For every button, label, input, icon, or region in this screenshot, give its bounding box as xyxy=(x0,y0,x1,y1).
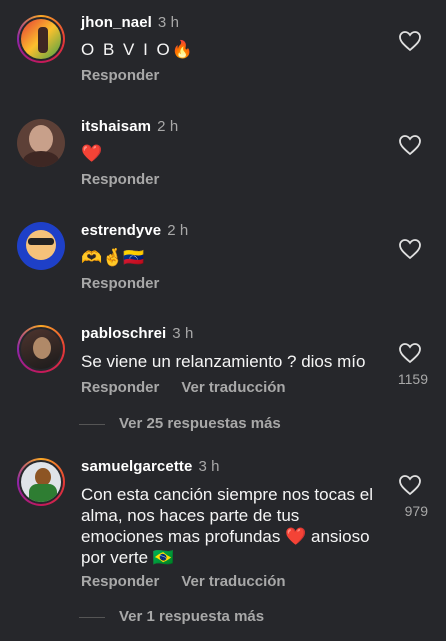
comment-time: 2 h xyxy=(157,118,179,135)
comment-text: ❤️ xyxy=(81,144,103,163)
translate-button[interactable]: Ver traducción xyxy=(181,573,285,590)
comment-username[interactable]: samuelgarcette 3 h xyxy=(81,458,220,475)
reply-button[interactable]: Responder xyxy=(81,171,159,188)
avatar[interactable] xyxy=(17,119,65,167)
comment-time: 2 h xyxy=(167,222,189,239)
comment-text: Se viene un relanzamiento ? dios mío xyxy=(81,352,366,371)
heart-outline-icon[interactable] xyxy=(398,238,422,260)
comment-time: 3 h xyxy=(198,458,220,475)
view-more-replies[interactable]: Ver 1 respuesta más xyxy=(78,608,264,625)
comment-username[interactable]: pabloschrei 3 h xyxy=(81,325,193,342)
heart-outline-icon[interactable] xyxy=(398,342,422,364)
comment-text: O B V I O🔥 xyxy=(81,40,195,59)
like-count: 1159 xyxy=(397,371,428,387)
avatar[interactable] xyxy=(17,458,65,506)
avatar[interactable] xyxy=(17,222,65,270)
reply-button[interactable]: Responder xyxy=(81,67,159,84)
comment-time: 3 h xyxy=(172,325,194,342)
heart-outline-icon[interactable] xyxy=(398,134,422,156)
comment-username[interactable]: estrendyve 2 h xyxy=(81,222,188,239)
reply-button[interactable]: Responder xyxy=(81,379,159,396)
comment-username[interactable]: jhon_nael 3 h xyxy=(81,14,179,31)
like-count: 979 xyxy=(404,503,428,519)
comment-time: 3 h xyxy=(157,14,180,31)
comment-text: Con esta canción siempre nos tocas el al… xyxy=(81,485,373,567)
comment-text: 🫶🤞🇻🇪 xyxy=(81,248,145,267)
view-more-replies[interactable]: Ver 25 respuestas más xyxy=(79,415,281,432)
heart-outline-icon[interactable] xyxy=(398,474,422,496)
translate-button[interactable]: Ver traducción xyxy=(181,379,285,396)
comment-username[interactable]: itshaisam 2 h xyxy=(81,118,178,135)
reply-button[interactable]: Responder xyxy=(81,275,159,292)
heart-outline-icon[interactable] xyxy=(398,30,422,52)
avatar[interactable] xyxy=(17,325,65,373)
avatar[interactable] xyxy=(17,15,65,63)
reply-button[interactable]: Responder xyxy=(81,573,159,590)
